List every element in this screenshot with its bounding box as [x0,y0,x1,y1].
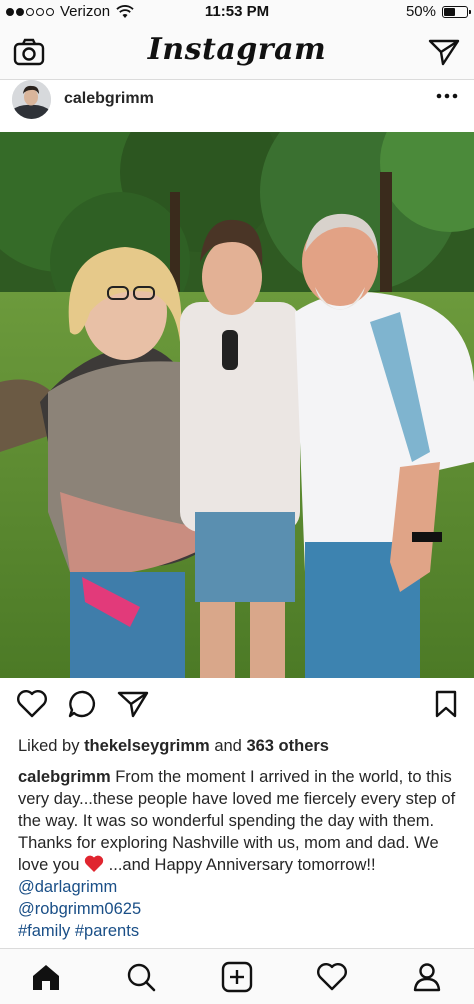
tab-search[interactable] [125,961,157,993]
post-caption: calebgrimm From the moment I arrived in … [18,766,462,942]
post-actions [0,686,474,726]
like-icon [17,690,47,718]
red-heart-emoji-icon [84,855,104,872]
likes-summary: Liked by thekelseygrimm and 363 others [18,737,329,756]
tab-home[interactable] [30,961,62,993]
bottom-tab-bar [0,948,474,1004]
tab-activity[interactable] [316,961,348,993]
status-time: 11:53 PM [204,3,270,20]
top-navigation: Instagram [0,24,474,80]
more-options-button[interactable] [434,86,460,106]
post-photo-image [0,132,474,678]
profile-icon [413,963,441,992]
post-username[interactable]: calebgrimm [64,90,154,108]
direct-message-icon [428,39,460,66]
add-post-icon [221,961,253,993]
likes-connector: and [214,737,242,755]
save-icon [435,690,457,718]
mention-darlagrimm[interactable]: @darlagrimm [18,878,117,896]
status-right: 50% [405,3,471,20]
share-button[interactable] [115,686,151,722]
direct-message-button[interactable] [428,37,460,67]
mention-robgrimm0625[interactable]: @robgrimm0625 [18,900,141,918]
liked-by-user[interactable]: thekelseygrimm [84,737,210,755]
hashtag-family[interactable]: #family [18,922,70,940]
instagram-logo: Instagram [147,32,327,67]
likes-prefix: Liked by [18,737,80,755]
comment-icon [68,690,96,718]
avatar[interactable] [12,80,51,119]
hashtag-parents[interactable]: #parents [75,922,139,940]
battery-percent: 50% [405,3,436,20]
more-options-icon [436,93,458,99]
save-button[interactable] [428,686,464,722]
comment-button[interactable] [65,686,101,722]
avatar-image [12,80,51,119]
caption-text-2: ...and Happy Anniversary tomorrow!! [108,856,376,874]
status-bar: Verizon 11:53 PM 50% [0,0,474,24]
caption-username[interactable]: calebgrimm [18,768,111,786]
share-icon [117,691,149,718]
activity-heart-icon [317,963,347,991]
tab-profile[interactable] [411,961,443,993]
home-icon [33,965,59,990]
post-photo[interactable] [0,132,474,678]
post-header: calebgrimm [0,80,474,132]
battery-icon [442,5,471,18]
search-icon [127,963,156,992]
likes-others[interactable]: 363 others [246,737,329,755]
like-button[interactable] [14,686,50,722]
tab-add-post[interactable] [221,961,253,993]
